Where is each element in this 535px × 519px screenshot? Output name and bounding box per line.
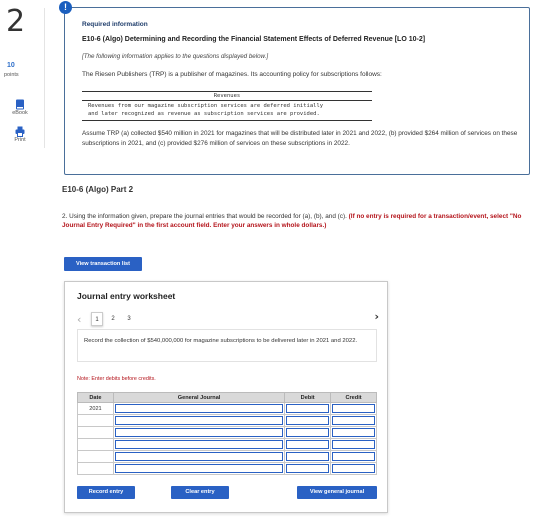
question-number: 2 [6, 4, 26, 39]
ebook-button[interactable]: eBook [5, 97, 35, 116]
task-description: Record the collection of $540,000,000 fo… [77, 329, 377, 362]
debit-input[interactable] [284, 462, 332, 475]
company-intro: The Riesen Publishers (TRP) is a publish… [82, 71, 382, 78]
account-header: General Journal [112, 392, 286, 403]
points-value: 10 [7, 62, 15, 69]
table-row [77, 438, 377, 451]
journal-entry-worksheet: Journal entry worksheet ‹ 1 2 3 › Record… [64, 281, 388, 513]
debit-header: Debit [284, 392, 332, 403]
debit-input[interactable] [284, 402, 332, 415]
date-cell [77, 426, 114, 439]
policy-line: and later recognized as revenue as subsc… [88, 111, 320, 117]
credit-header: Credit [330, 392, 377, 403]
debit-input[interactable] [284, 450, 332, 463]
credit-input[interactable] [330, 438, 377, 451]
print-label: Print [14, 137, 26, 143]
table-row [77, 462, 377, 475]
credit-input[interactable] [330, 402, 377, 415]
credit-input[interactable] [330, 450, 377, 463]
date-cell: 2021 [77, 402, 114, 415]
policy-header: Revenues [82, 93, 372, 101]
record-entry-button[interactable]: Record entry [77, 486, 135, 499]
debit-input[interactable] [284, 438, 332, 451]
book-icon [15, 97, 25, 110]
account-input[interactable] [112, 462, 286, 475]
account-input[interactable] [112, 414, 286, 427]
page-2-button[interactable]: 2 [107, 312, 119, 326]
table-row [77, 450, 377, 463]
worksheet-title: Journal entry worksheet [77, 291, 176, 301]
part-title: E10-6 (Algo) Part 2 [62, 185, 134, 194]
credit-input[interactable] [330, 426, 377, 439]
debits-note: Note: Enter debits before credits. [77, 376, 156, 382]
table-row [77, 426, 377, 439]
chevron-left-icon[interactable]: ‹ [77, 313, 91, 326]
date-cell [77, 438, 114, 451]
credit-input[interactable] [330, 414, 377, 427]
credit-input[interactable] [330, 462, 377, 475]
instruction-text: 2. Using the information given, prepare … [62, 213, 347, 220]
alert-icon: ! [59, 1, 72, 14]
debit-input[interactable] [284, 414, 332, 427]
printer-icon [15, 124, 25, 137]
debit-input[interactable] [284, 426, 332, 439]
date-cell [77, 414, 114, 427]
required-information-heading: Required information [82, 21, 148, 28]
worksheet-pager: ‹ 1 2 3 [77, 312, 139, 326]
date-cell [77, 462, 114, 475]
view-transaction-list-button[interactable]: View transaction list [64, 257, 142, 271]
points-label: points [4, 72, 19, 78]
rail-divider [44, 8, 45, 148]
date-header: Date [77, 392, 114, 403]
account-input[interactable] [112, 450, 286, 463]
account-input[interactable] [112, 426, 286, 439]
policy-line: Revenues from our magazine subscription … [88, 103, 324, 109]
table-row [77, 414, 377, 427]
ebook-label: eBook [12, 110, 28, 116]
page-1-button[interactable]: 1 [91, 312, 103, 326]
account-input[interactable] [112, 438, 286, 451]
clear-entry-button[interactable]: Clear entry [171, 486, 229, 499]
print-button[interactable]: Print [5, 124, 35, 143]
account-input[interactable] [112, 402, 286, 415]
problem-title: E10-6 (Algo) Determining and Recording t… [82, 36, 426, 43]
view-general-journal-button[interactable]: View general journal [297, 486, 377, 499]
page-3-button[interactable]: 3 [123, 312, 135, 326]
assumption-text: Assume TRP (a) collected $540 million in… [82, 130, 518, 147]
applies-note: [The following information applies to th… [82, 53, 269, 60]
table-row: 2021 [77, 402, 377, 415]
instructions: 2. Using the information given, prepare … [62, 212, 524, 230]
date-cell [77, 450, 114, 463]
chevron-right-icon[interactable]: › [374, 310, 379, 323]
journal-table: Date General Journal Debit Credit 2021 [77, 392, 377, 475]
policy-box: Revenues Revenues from our magazine subs… [82, 91, 372, 121]
